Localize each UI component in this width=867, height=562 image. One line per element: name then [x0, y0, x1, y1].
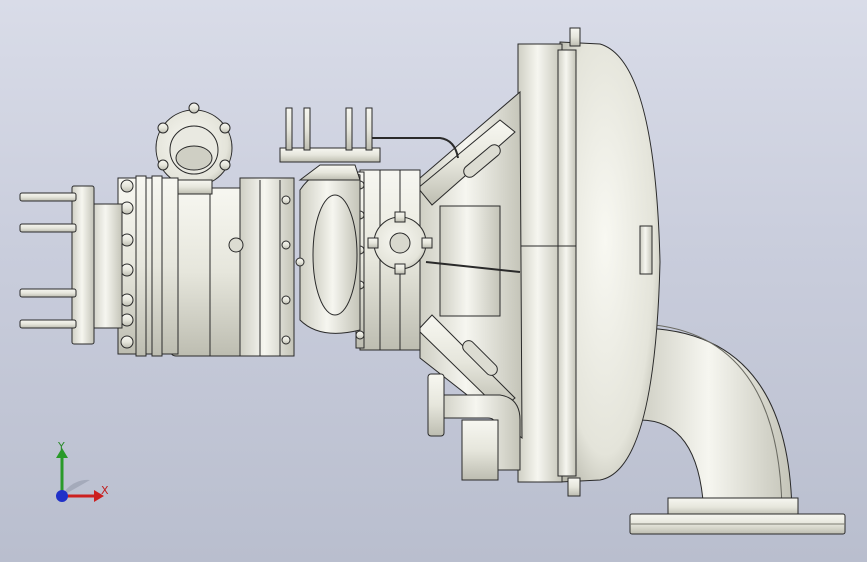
pump-assembly-model[interactable]: [0, 0, 867, 562]
stud-bolt: [19, 223, 77, 233]
bottom-drain-plug: [567, 477, 581, 497]
valve-body: [169, 177, 305, 357]
volute-casing: [517, 27, 661, 497]
stud-bolt: [19, 192, 77, 202]
y-axis-label: Y: [58, 440, 65, 453]
inlet-flange: [19, 185, 123, 345]
bolted-section: [117, 175, 179, 357]
top-vent-plug: [569, 27, 581, 47]
axis-triad: Y X: [40, 438, 120, 510]
side-flange: [427, 373, 445, 437]
manifold-bar: [279, 147, 381, 163]
stud-bolt: [19, 319, 77, 329]
graphics-viewport[interactable]: Y X: [0, 0, 867, 562]
stud-bolt: [19, 288, 77, 298]
x-axis-label: X: [101, 484, 109, 497]
z-axis-dot: [56, 490, 68, 502]
elbow-outlet: [629, 324, 846, 535]
